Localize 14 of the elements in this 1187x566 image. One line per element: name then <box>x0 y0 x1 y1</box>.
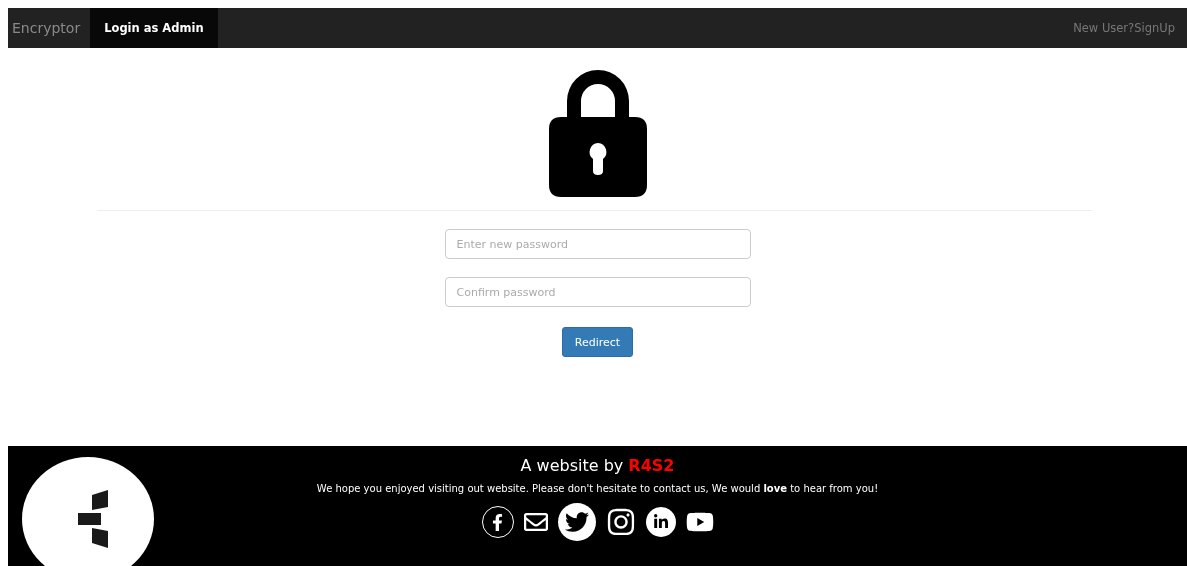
footer-message: We hope you enjoyed visiting out website. Please don't hesitate to contact us, We would love to hear from you! <box>316 483 879 494</box>
brand-name[interactable]: Encryptor <box>8 8 91 48</box>
twitter-icon[interactable] <box>557 503 596 541</box>
nav-tab[interactable]: Login as Admin <box>90 8 218 48</box>
logo-icon <box>22 457 154 566</box>
instagram-icon[interactable] <box>605 507 636 537</box>
mail-icon[interactable] <box>523 510 548 534</box>
password-field[interactable]: Confirm password <box>444 277 751 307</box>
footer-title: A website by <box>520 456 624 475</box>
linkedin-icon[interactable] <box>645 507 676 537</box>
password-field[interactable]: Enter new password <box>444 229 751 259</box>
brand-name: R4S2 <box>628 456 675 475</box>
signup-link[interactable]: New User?SignUp <box>1073 8 1187 48</box>
redirect-button[interactable]: Redirect <box>561 327 634 357</box>
